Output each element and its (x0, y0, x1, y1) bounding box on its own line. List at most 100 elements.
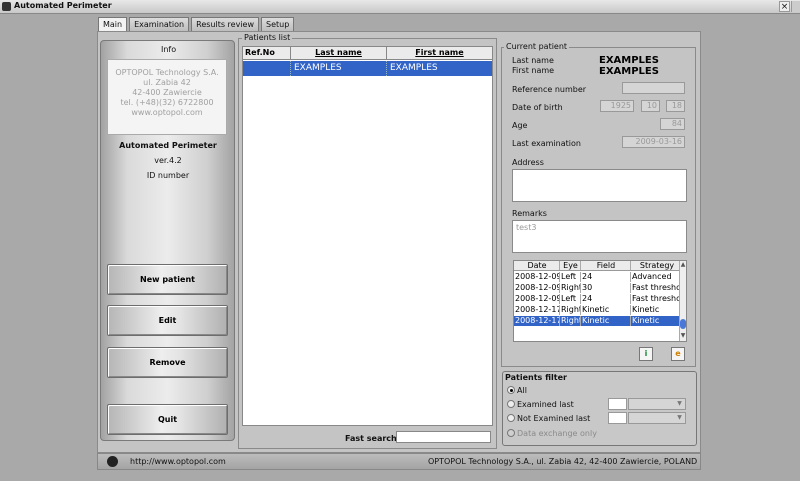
fast-search-input[interactable] (396, 431, 491, 443)
cell-strategy: Kinetic (632, 316, 660, 325)
info-line-company: OPTOPOL Technology S.A. (115, 68, 219, 77)
examined-last-count[interactable] (608, 398, 627, 410)
address-box[interactable] (512, 169, 687, 202)
current-patient-legend: Current patient (504, 42, 570, 51)
cell-strategy: Fast threshold (632, 283, 682, 292)
col-strategy[interactable]: Strategy (631, 261, 682, 270)
filter-data-exchange-label: Data exchange only (517, 429, 597, 438)
col-first-name[interactable]: First name (387, 47, 492, 59)
cell-strategy: Advanced (632, 272, 672, 281)
last-name-label: Last name (512, 56, 554, 65)
fast-search-label: Fast search (345, 434, 397, 443)
cell-eye: Left (560, 294, 581, 304)
tab-examination[interactable]: Examination (129, 17, 190, 31)
quit-button[interactable]: Quit (107, 404, 228, 435)
last-name-value: EXAMPLES (599, 55, 659, 66)
table-row[interactable]: 2008-12-17 Right Kinetic Kinetic (514, 305, 682, 315)
window-title: Automated Perimeter (14, 1, 112, 10)
id-number-label: ID number (146, 171, 190, 180)
cell-strategy: Fast threshold (632, 294, 682, 303)
table-row[interactable]: 2008-12-09 Right 30 Fast threshold (514, 283, 682, 293)
info-box: OPTOPOL Technology S.A. ul. Zabia 42 42-… (107, 59, 227, 135)
table-row[interactable]: EXAMPLES EXAMPLES (243, 61, 492, 76)
dob-year-field: 1925 (600, 100, 634, 112)
remove-button[interactable]: Remove (107, 347, 228, 378)
col-field[interactable]: Field (581, 261, 631, 270)
cell-eye: Right (561, 283, 581, 293)
examinations-scrollbar[interactable]: ▲ ▼ (679, 261, 686, 341)
reference-number-label: Reference number (512, 85, 587, 94)
globe-icon (107, 456, 118, 467)
export-icon[interactable]: e (671, 347, 685, 361)
filter-not-examined-last-label: Not Examined last (517, 414, 591, 423)
filter-all-radio[interactable] (507, 386, 515, 394)
remarks-label: Remarks (512, 209, 547, 218)
cell-first-name: EXAMPLES (390, 63, 438, 73)
tab-setup[interactable]: Setup (261, 17, 295, 31)
col-date[interactable]: Date (514, 261, 560, 270)
address-label: Address (512, 158, 544, 167)
close-icon[interactable]: × (779, 1, 790, 12)
filter-all-label: All (517, 386, 527, 395)
cell-eye: Right (561, 316, 581, 326)
table-row[interactable]: 2008-12-09 Left 24 Advanced (514, 272, 682, 282)
patients-filter-legend: Patients filter (505, 373, 567, 382)
dob-day-field: 18 (666, 100, 685, 112)
cell-field: 24 (581, 294, 631, 304)
app-icon (2, 2, 11, 11)
filter-examined-last-radio[interactable] (507, 400, 515, 408)
table-row-selected[interactable]: 2008-12-17 Right Kinetic Kinetic (514, 316, 682, 326)
scroll-up-icon[interactable]: ▲ (680, 261, 686, 269)
import-icon[interactable]: i (639, 347, 653, 361)
remarks-box[interactable]: test3 (512, 220, 687, 253)
cell-strategy: Kinetic (632, 305, 660, 314)
filter-not-examined-last-radio[interactable] (507, 414, 515, 422)
info-line-street: ul. Zabia 42 (143, 78, 191, 87)
tab-bar: Main Examination Results review Setup (98, 17, 296, 32)
filter-examined-last-label: Examined last (517, 400, 574, 409)
cell-field: Kinetic (581, 305, 631, 315)
col-eye[interactable]: Eye (560, 261, 581, 270)
age-label: Age (512, 121, 528, 130)
scroll-down-icon[interactable]: ▼ (680, 332, 686, 340)
patients-list-legend: Patients list (242, 33, 293, 42)
chevron-down-icon[interactable]: ▼ (675, 414, 684, 422)
col-last-name[interactable]: Last name (291, 47, 387, 59)
cell-date: 2008-12-17 (515, 316, 560, 326)
examinations-header: Date Eye Field Strategy (514, 261, 682, 271)
reference-number-field (622, 82, 685, 94)
new-patient-button[interactable]: New patient (107, 264, 228, 295)
scrollbar-thumb[interactable] (680, 319, 686, 329)
cell-date: 2008-12-09 (515, 294, 560, 304)
info-line-phone: tel. (+48)(32) 6722800 (120, 98, 214, 107)
patients-table[interactable]: Ref.No Last name First name EXAMPLES EXA… (242, 46, 493, 426)
first-name-value: EXAMPLES (599, 66, 659, 77)
last-examination-field: 2009-03-16 (622, 136, 685, 148)
status-url[interactable]: http://www.optopol.com (130, 457, 226, 466)
not-examined-last-unit-select[interactable]: ▼ (628, 412, 686, 424)
edit-button[interactable]: Edit (107, 305, 228, 336)
col-ref-no[interactable]: Ref.No (243, 47, 291, 59)
tab-main[interactable]: Main (98, 17, 128, 32)
cell-field: Kinetic (581, 316, 631, 326)
last-examination-label: Last examination (512, 139, 581, 148)
cell-last-name: EXAMPLES (291, 61, 387, 76)
table-row[interactable]: 2008-12-09 Left 24 Fast threshold (514, 294, 682, 304)
cell-eye: Right (561, 305, 581, 315)
info-line-city: 42-400 Zawiercie (132, 88, 202, 97)
filter-data-exchange-radio[interactable] (507, 429, 515, 437)
cell-date: 2008-12-09 (515, 283, 560, 293)
app-name: Automated Perimeter (119, 141, 217, 150)
cell-field: 30 (581, 283, 631, 293)
examinations-table[interactable]: Date Eye Field Strategy 2008-12-09 Left … (513, 260, 687, 342)
title-bar: Automated Perimeter × (0, 0, 800, 14)
chevron-down-icon[interactable]: ▼ (675, 400, 684, 408)
examined-last-unit-select[interactable]: ▼ (628, 398, 686, 410)
tab-results-review[interactable]: Results review (191, 17, 260, 31)
info-line-web: www.optopol.com (131, 108, 203, 117)
app-version: ver.4.2 (154, 156, 182, 165)
info-title: Info (161, 45, 177, 54)
cell-date: 2008-12-09 (515, 272, 560, 282)
cell-ref (243, 61, 291, 76)
not-examined-last-count[interactable] (608, 412, 627, 424)
